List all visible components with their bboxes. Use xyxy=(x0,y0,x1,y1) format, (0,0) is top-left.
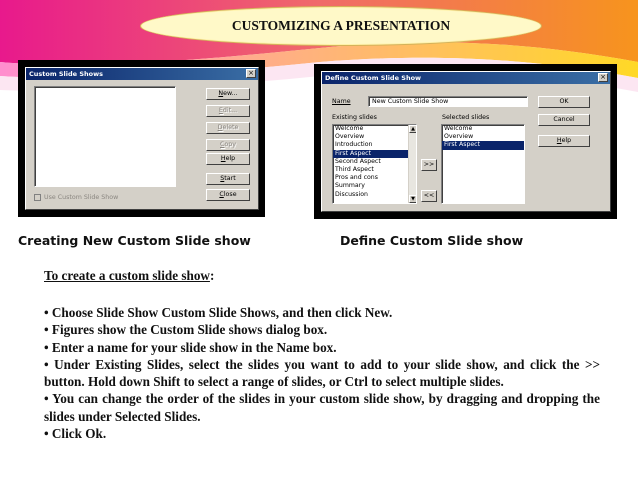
use-custom-slide-show-checkbox[interactable]: Use Custom Slide Show xyxy=(34,194,118,201)
existing-slide-item[interactable]: Introduction xyxy=(333,141,416,149)
name-field[interactable]: New Custom Slide Show xyxy=(368,96,528,107)
name-label: Name xyxy=(332,98,351,105)
selected-slide-item[interactable]: Welcome xyxy=(442,125,524,133)
instruction-list: • Choose Slide Show Custom Slide Shows, … xyxy=(44,304,600,442)
dialog-titlebar: Define Custom Slide Show × xyxy=(322,72,610,84)
existing-slide-item[interactable]: Overview xyxy=(333,133,416,141)
help-button[interactable]: Help xyxy=(206,153,250,165)
instruction-item: • You can change the order of the slides… xyxy=(44,391,600,424)
existing-scrollbar[interactable]: ▲ ▼ xyxy=(408,125,416,203)
copy-button[interactable]: Copy xyxy=(206,139,250,151)
ok-button[interactable]: OK xyxy=(538,96,590,108)
checkbox-label: Use Custom Slide Show xyxy=(44,194,119,201)
selected-slides-list[interactable]: Welcome Overview First Aspect xyxy=(441,124,525,204)
custom-shows-list[interactable] xyxy=(34,86,176,187)
existing-slide-item[interactable]: Discussion xyxy=(333,191,416,199)
remove-slides-button[interactable]: << xyxy=(421,190,437,202)
cancel-button[interactable]: Cancel xyxy=(538,114,590,126)
scroll-up-icon[interactable]: ▲ xyxy=(409,125,416,133)
dialog-title: Custom Slide Shows xyxy=(29,70,103,78)
checkbox-box[interactable] xyxy=(34,194,41,201)
existing-slide-item[interactable]: Welcome xyxy=(333,125,416,133)
close-icon[interactable]: × xyxy=(246,69,256,78)
section-heading: To create a custom slide show: xyxy=(44,268,214,284)
section-heading-text: To create a custom slide show xyxy=(44,268,210,283)
start-button[interactable]: Start xyxy=(206,173,250,185)
existing-slide-item[interactable]: Second Aspect xyxy=(333,158,416,166)
existing-slide-item[interactable]: Pros and cons xyxy=(333,174,416,182)
scroll-down-icon[interactable]: ▼ xyxy=(409,195,416,203)
caption-left: Creating New Custom Slide show xyxy=(18,233,251,248)
existing-slides-list[interactable]: Welcome Overview Introduction First Aspect S… xyxy=(332,124,417,204)
new-button[interactable]: New... xyxy=(206,88,250,100)
help-button[interactable]: Help xyxy=(538,135,590,147)
instruction-item: • Under Existing Slides, select the slid… xyxy=(44,356,600,390)
close-icon[interactable]: × xyxy=(598,73,608,82)
add-slides-button[interactable]: >> xyxy=(421,159,437,171)
close-button[interactable]: Close xyxy=(206,189,250,201)
delete-button[interactable]: Delete xyxy=(206,122,250,134)
dialog-titlebar: Custom Slide Shows × xyxy=(26,68,258,80)
slide-title: CUSTOMIZING A PRESENTATION xyxy=(140,6,542,46)
instruction-item: • Click Ok. xyxy=(44,426,107,442)
existing-slide-item[interactable]: First Aspect xyxy=(333,149,416,158)
edit-button[interactable]: Edit... xyxy=(206,105,250,117)
selected-slides-label: Selected slides xyxy=(442,114,490,121)
selected-slide-item[interactable]: Overview xyxy=(442,133,524,141)
caption-right: Define Custom Slide show xyxy=(340,233,524,248)
instruction-item: • Choose Slide Show Custom Slide Shows, … xyxy=(44,305,393,320)
section-heading-colon: : xyxy=(209,268,215,283)
existing-slide-item[interactable]: Summary xyxy=(333,182,416,190)
define-custom-slide-show-dialog: Define Custom Slide Show × Name New Cust… xyxy=(321,71,611,212)
existing-slide-item[interactable]: Third Aspect xyxy=(333,166,416,174)
instruction-item: • Figures show the Custom Slide shows di… xyxy=(44,322,328,338)
selected-slide-item[interactable]: First Aspect xyxy=(442,141,524,150)
instruction-item: • Enter a name for your slide show in th… xyxy=(44,339,337,355)
dialog-title: Define Custom Slide Show xyxy=(325,74,422,82)
custom-slide-shows-dialog: Custom Slide Shows × New... Edit... Dele… xyxy=(25,67,259,210)
existing-slides-label: Existing slides xyxy=(332,114,377,121)
